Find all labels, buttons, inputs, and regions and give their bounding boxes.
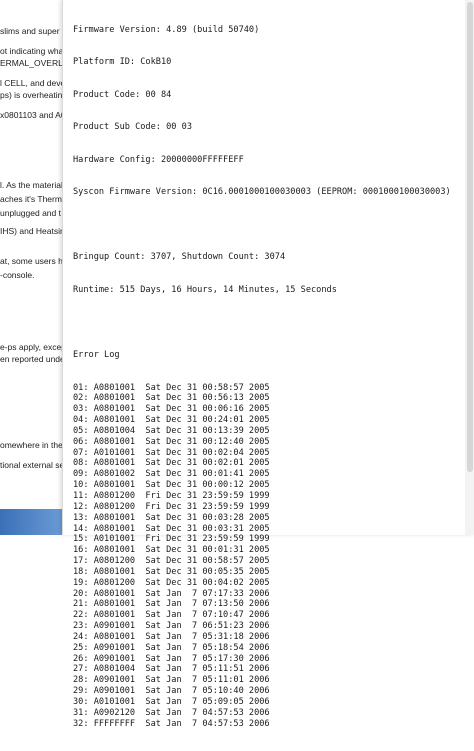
error-log-entry: 27: A0801004 Sat Jan 7 05:11:51 2006 xyxy=(73,664,270,675)
error-log-entry: 04: A0801001 Sat Dec 31 00:24:01 2005 xyxy=(73,415,270,426)
error-log-entry: 28: A0901001 Sat Jan 7 05:11:01 2006 xyxy=(73,675,270,686)
article-text-fragment: at, some users h xyxy=(0,256,62,266)
error-log-entry: 32: FFFFFFFF Sat Jan 7 04:57:53 2006 xyxy=(73,718,270,729)
error-log-entry: 07: A0101001 Sat Dec 31 00:02:04 2005 xyxy=(73,447,270,458)
error-log-entry: 24: A0801001 Sat Jan 7 05:31:18 2006 xyxy=(73,631,270,642)
scrollbar[interactable] xyxy=(465,0,474,535)
article-text-fragment: ot indicating wha xyxy=(0,46,62,56)
article-text-fragment: unplugged and t xyxy=(0,208,61,218)
error-log-entry: 22: A0801001 Sat Jan 7 07:10:47 2006 xyxy=(73,610,270,621)
error-log-entry: 29: A0901001 Sat Jan 7 05:10:40 2006 xyxy=(73,686,270,697)
firmware-version-line: Firmware Version: 4.89 (build 50740) xyxy=(73,24,260,35)
article-text-fragment: l CELL, and deve xyxy=(0,78,62,88)
error-log-window: Firmware Version: 4.89 (build 50740) Pla… xyxy=(62,0,474,729)
error-log-entry: 26: A0901001 Sat Jan 7 05:17:30 2006 xyxy=(73,653,270,664)
error-log-entry: 13: A0801001 Sat Dec 31 00:03:28 2005 xyxy=(73,512,270,523)
article-text-fragment: e-ps apply, except xyxy=(0,342,62,352)
error-log-entry: 08: A0801001 Sat Dec 31 00:02:01 2005 xyxy=(73,458,270,469)
platform-id-line: Platform ID: CokB10 xyxy=(73,57,172,68)
bringup-count-line: Bringup Count: 3707, Shutdown Count: 307… xyxy=(73,252,286,263)
error-log-entry: 15: A0101001 Fri Dec 31 23:59:59 1999 xyxy=(73,534,270,545)
product-sub-code-line: Product Sub Code: 00 03 xyxy=(73,122,192,133)
error-log-entry: 30: A0101001 Sat Jan 7 05:09:05 2006 xyxy=(73,697,270,707)
error-log-entry: 14: A0801001 Sat Dec 31 00:03:31 2005 xyxy=(73,523,270,534)
article-text-fragment: l. As the material xyxy=(0,180,62,190)
hardware-config-line: Hardware Config: 20000000FFFFFEFF xyxy=(73,154,244,165)
article-text-fragment: en reported unde xyxy=(0,354,62,364)
article-text-fragment: x0801103 and A0 xyxy=(0,110,62,120)
error-log-entry: 01: A0801001 Sat Dec 31 00:58:57 2005 xyxy=(73,382,270,393)
article-text-fragment: -console. xyxy=(0,270,35,280)
article-text-fragment: omewhere in the C xyxy=(0,440,62,450)
error-log-entry: 09: A0801002 Sat Dec 31 00:01:41 2005 xyxy=(73,469,270,480)
error-log-entry: 12: A0801200 Fri Dec 31 23:59:59 1999 xyxy=(73,501,270,512)
article-text-fragment: slims and super xyxy=(0,26,60,36)
scrollbar-thumb[interactable] xyxy=(467,2,473,472)
article-text-fragment: tional external se xyxy=(0,460,62,470)
error-log-title: Error Log xyxy=(73,350,120,360)
error-log-entry: 05: A0801004 Sat Dec 31 00:13:39 2005 xyxy=(73,425,270,436)
product-code-line: Product Code: 00 84 xyxy=(73,89,172,100)
error-log-entry: 21: A0801001 Sat Jan 7 07:13:50 2006 xyxy=(73,599,270,610)
error-log-entry: 25: A0901001 Sat Jan 7 05:18:54 2006 xyxy=(73,642,270,653)
error-log-entry: 23: A0901001 Sat Jan 7 06:51:23 2006 xyxy=(73,621,270,632)
error-log-entry: 16: A0801001 Sat Dec 31 00:01:31 2005 xyxy=(73,545,270,556)
article-text-fragment: aches it's Therm xyxy=(0,194,62,204)
error-log-entries: 01: A0801001 Sat Dec 31 00:58:57 2005 02:… xyxy=(73,383,451,730)
log-text: Firmware Version: 4.89 (build 50740) Pla… xyxy=(73,3,451,751)
syscon-firmware-line: Syscon Firmware Version: 0C16.0001000100… xyxy=(73,187,451,198)
error-log-entry: 18: A0801001 Sat Dec 31 00:05:35 2005 xyxy=(73,566,270,577)
error-log-entry: 19: A0801200 Sat Dec 31 00:04:02 2005 xyxy=(73,577,270,588)
taskbar[interactable] xyxy=(0,509,62,535)
error-log-entry: 11: A0801200 Fri Dec 31 23:59:59 1999 xyxy=(73,490,270,501)
error-log-entry: 02: A0801001 Sat Dec 31 00:56:13 2005 xyxy=(73,393,270,404)
error-log-entry: 10: A0801001 Sat Dec 31 00:00:12 2005 xyxy=(73,480,270,491)
article-text-fragment: ERMAL_OVERLO xyxy=(0,58,62,68)
error-log-entry: 20: A0801001 Sat Jan 7 07:17:33 2006 xyxy=(73,588,270,599)
error-log-entry: 03: A0801001 Sat Dec 31 00:06:16 2005 xyxy=(73,404,270,415)
runtime-line: Runtime: 515 Days, 16 Hours, 14 Minutes,… xyxy=(73,284,337,295)
article-text-fragment: ps) is overheatin xyxy=(0,90,62,100)
error-log-entry: 06: A0801001 Sat Dec 31 00:12:40 2005 xyxy=(73,436,270,447)
article-text-fragment: IHS) and Heatsir xyxy=(0,226,62,236)
error-log-entry: 17: A0801200 Sat Dec 31 00:58:57 2005 xyxy=(73,556,270,567)
error-log-entry: 31: A0902120 Sat Jan 7 04:57:53 2006 xyxy=(73,707,270,718)
